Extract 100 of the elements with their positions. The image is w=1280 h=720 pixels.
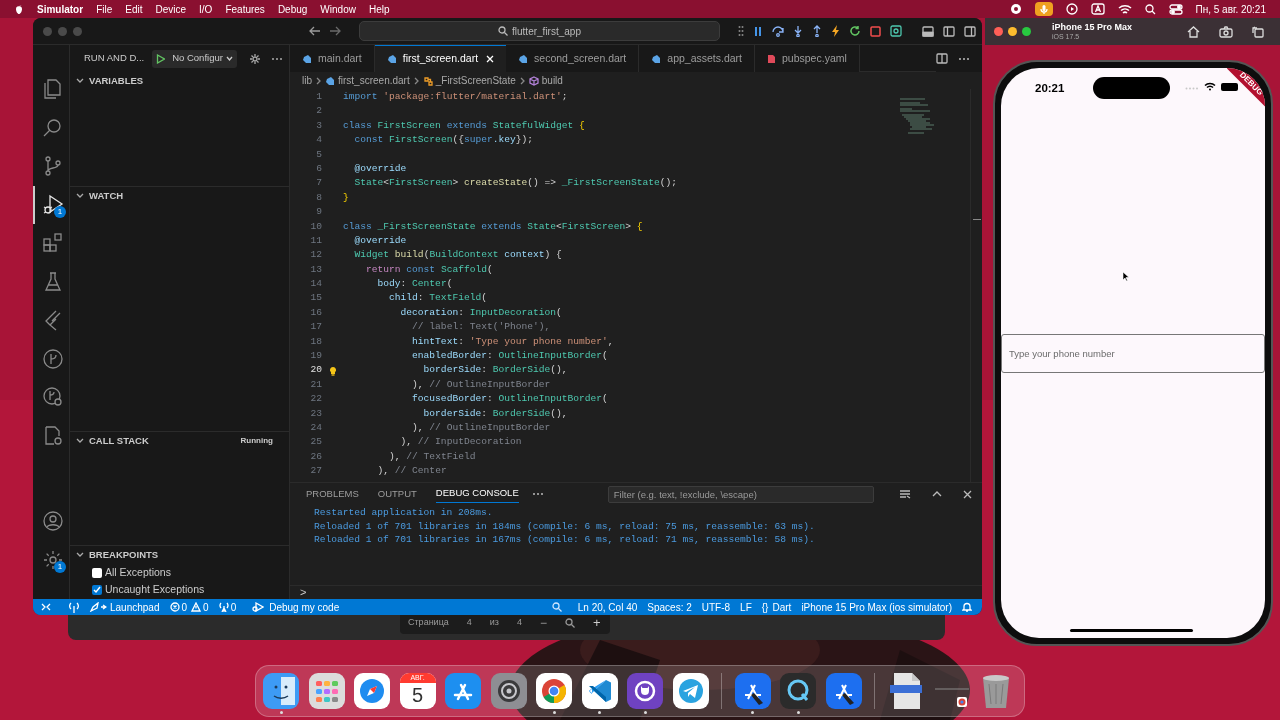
menu-item[interactable]: Edit: [125, 1, 143, 17]
app-store-icon[interactable]: [445, 673, 481, 709]
section-header[interactable]: WATCH: [89, 188, 124, 204]
search-icon[interactable]: [1144, 3, 1156, 15]
breadcrumb-item[interactable]: build: [528, 73, 563, 88]
hammer-app-icon[interactable]: [825, 673, 862, 709]
more-icon[interactable]: [270, 56, 283, 61]
play-circle-icon[interactable]: [1065, 3, 1078, 15]
language-mode-button[interactable]: {} Dart: [761, 599, 792, 615]
section-header[interactable]: VARIABLES: [89, 73, 144, 89]
home-icon[interactable]: [1187, 25, 1200, 38]
bell-icon[interactable]: [962, 602, 972, 612]
panel-tab[interactable]: OUTPUT: [377, 485, 417, 503]
menu-item[interactable]: I/O: [199, 1, 213, 17]
step-over-icon[interactable]: [772, 25, 784, 37]
editor-tab[interactable]: first_screen.dart: [374, 45, 507, 72]
debug-button[interactable]: Debug my code: [252, 599, 340, 615]
editor-tab[interactable]: pubspec.yaml: [755, 45, 860, 72]
finder-app-icon[interactable]: [263, 673, 299, 709]
menu-bar-clock[interactable]: Пн, 5 авг. 20:21: [1195, 1, 1266, 17]
paper-plane-app-icon[interactable]: [672, 673, 709, 709]
section-header[interactable]: BREAKPOINTS: [89, 547, 159, 563]
camera-icon[interactable]: [1219, 25, 1233, 38]
account-icon[interactable]: [40, 509, 65, 534]
chevron-down-icon[interactable]: [76, 78, 84, 84]
menu-item[interactable]: Debug: [277, 1, 308, 17]
pause-icon[interactable]: [753, 25, 763, 37]
settings-icon[interactable]: [248, 52, 261, 65]
breadcrumb-item[interactable]: first_screen.dart: [325, 73, 410, 88]
minimize-button[interactable]: [1008, 27, 1017, 36]
document-icon[interactable]: [887, 671, 924, 711]
launchpad-button[interactable]: Launchpad: [89, 599, 160, 615]
checkbox[interactable]: [92, 567, 102, 578]
collapse-list-icon[interactable]: [899, 489, 911, 499]
menu-item[interactable]: Features: [225, 1, 265, 17]
stop-icon[interactable]: [870, 25, 881, 37]
more-icon[interactable]: [531, 492, 544, 496]
section-header[interactable]: CALL STACK: [89, 433, 149, 449]
step-into-icon[interactable]: [793, 25, 803, 37]
status-item[interactable]: Spaces: 2: [647, 599, 692, 615]
gear-app-icon[interactable]: [490, 673, 527, 709]
ports-button[interactable]: 0: [218, 599, 237, 615]
panel-tab[interactable]: DEBUG CONSOLE: [435, 485, 519, 503]
more-icon[interactable]: [958, 56, 970, 61]
microphone-icon[interactable]: [1034, 2, 1053, 16]
close-button[interactable]: [994, 27, 1003, 36]
restart-icon[interactable]: [849, 25, 861, 37]
status-item[interactable]: UTF-8: [701, 599, 731, 615]
breadcrumb-item[interactable]: lib: [302, 73, 312, 88]
apple-logo-icon[interactable]: [14, 3, 24, 15]
radio-tower-icon[interactable]: [69, 601, 79, 613]
sidebar-right-icon[interactable]: [964, 25, 976, 37]
menu-item[interactable]: File: [96, 1, 113, 17]
compass-app-icon[interactable]: [354, 673, 390, 709]
editor-tab[interactable]: second_screen.dart: [506, 45, 640, 72]
breadcrumb-item[interactable]: _FirstScreenState: [422, 73, 516, 88]
status-item[interactable]: LF: [740, 599, 752, 615]
rotate-icon[interactable]: [1252, 25, 1264, 38]
zoom-out-button[interactable]: −: [540, 614, 547, 632]
hammer-app-icon[interactable]: [734, 673, 771, 709]
chevron-down-icon[interactable]: [76, 438, 84, 444]
cat-app-icon[interactable]: [627, 673, 663, 709]
split-editor-icon[interactable]: [936, 53, 948, 64]
zoom-in-button[interactable]: +: [593, 613, 601, 633]
letter-box-icon[interactable]: [1090, 3, 1105, 15]
problems-button[interactable]: 0 0: [169, 599, 209, 615]
circle-branch-icon[interactable]: [40, 346, 65, 371]
console-prompt[interactable]: >: [300, 584, 307, 601]
browser-app-icon[interactable]: [536, 673, 572, 709]
step-out-icon[interactable]: [812, 25, 822, 37]
configuration-dropdown[interactable]: No Configur: [152, 49, 237, 68]
panel-tab[interactable]: PROBLEMS: [306, 485, 359, 503]
grip-icon[interactable]: [738, 25, 744, 37]
player-app-icon[interactable]: [780, 673, 816, 709]
menu-item[interactable]: Window: [320, 1, 356, 17]
phone-number-field[interactable]: Type your phone number: [1001, 334, 1265, 373]
checkbox[interactable]: [92, 584, 102, 595]
sidebar-left-icon[interactable]: [943, 25, 955, 37]
close-icon[interactable]: [963, 489, 972, 499]
scrollbar-thumb[interactable]: [973, 219, 981, 220]
lightning-icon[interactable]: [831, 25, 840, 37]
menu-item[interactable]: Help: [368, 1, 390, 17]
zoom-icon[interactable]: [551, 602, 562, 612]
forward-arrow-icon[interactable]: [329, 26, 341, 36]
back-arrow-icon[interactable]: [309, 26, 321, 36]
grid-app-icon[interactable]: [308, 673, 345, 709]
record-icon[interactable]: [1009, 3, 1022, 15]
editor-tab[interactable]: app_assets.dart: [639, 45, 755, 72]
filter-field[interactable]: Filter (e.g. text, !exclude, \escape): [607, 485, 874, 503]
control-center-icon[interactable]: [1168, 3, 1183, 15]
lightbulb-icon[interactable]: [328, 365, 337, 376]
chevron-down-icon[interactable]: [76, 552, 84, 558]
menu-item[interactable]: Device: [155, 1, 187, 17]
search-icon[interactable]: [565, 618, 575, 628]
code-editor-app-icon[interactable]: [581, 673, 618, 709]
device-selector[interactable]: iPhone 15 Pro Max (ios simulator): [801, 599, 952, 615]
chevron-up-icon[interactable]: [932, 491, 942, 497]
zoom-button[interactable]: [1022, 27, 1031, 36]
panel-left-icon[interactable]: [922, 25, 934, 37]
devtools-icon[interactable]: [890, 25, 902, 37]
